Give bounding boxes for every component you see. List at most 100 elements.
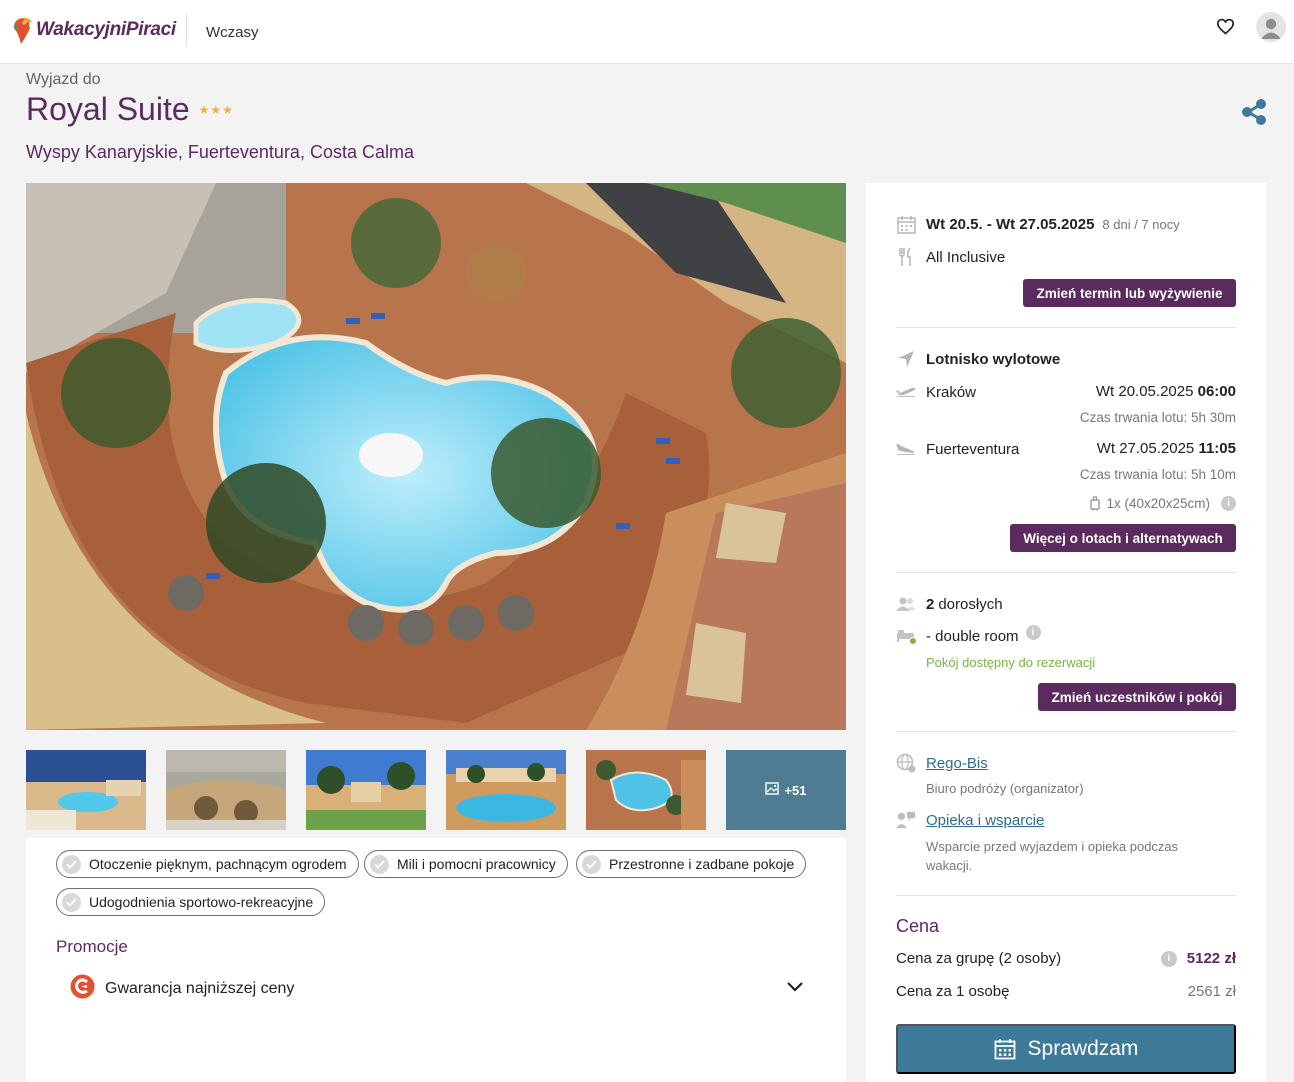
inbound-datetime: Wt 27.05.2025 11:05 (1097, 440, 1236, 457)
navigation-arrow-icon (896, 349, 916, 369)
feature-tag-label: Mili i pomocni pracownicy (397, 856, 556, 872)
board-row: All Inclusive (896, 247, 1236, 267)
travelers-row: 2 dorosłych (896, 594, 1236, 614)
thumbnail-2[interactable] (166, 750, 286, 830)
bed-icon (896, 626, 917, 646)
trip-lead: Wyjazd do (26, 71, 101, 88)
feature-tag: Otoczenie pięknym, pachnącym ogrodem (56, 850, 359, 878)
support-link[interactable]: Opieka i wsparcie (926, 812, 1044, 829)
calendar-icon (896, 214, 916, 234)
divider (896, 327, 1236, 328)
promotion-item[interactable]: Gwarancja najniższej ceny (70, 974, 804, 1004)
calendar-icon (994, 1038, 1016, 1060)
check-icon (370, 854, 389, 874)
info-icon[interactable]: i (1160, 950, 1177, 967)
hotel-location: Wyspy Kanaryjskie, Fuerteventura, Costa … (26, 142, 414, 162)
more-photos-count: +51 (784, 782, 807, 798)
plane-landing-icon (896, 439, 916, 459)
gallery-icon (765, 782, 780, 798)
promotion-label: Gwarancja najniższej ceny (105, 980, 295, 997)
lowest-price-guarantee-icon (70, 974, 95, 1004)
outbound-flight-duration: Czas trwania lotu: 5h 30m (1079, 410, 1236, 425)
inbound-time: 11:05 (1198, 440, 1236, 457)
globe-icon (896, 753, 916, 773)
organizer-link[interactable]: Rego-Bis (926, 755, 988, 772)
inbound-date: Wt 27.05.2025 (1096, 440, 1195, 457)
logo[interactable]: WakacyjniPiraci (12, 8, 176, 52)
price-section-title: Cena (896, 916, 940, 936)
trip-duration: 8 dni / 7 nocy (1102, 216, 1180, 232)
adults-label: dorosłych (938, 595, 1003, 613)
people-icon (896, 594, 916, 614)
change-dates-button[interactable]: Zmień termin lub wyżywienie (1023, 279, 1236, 307)
thumbnail-5[interactable] (586, 750, 706, 830)
group-price: 5122 zł (1186, 950, 1236, 967)
main-hotel-photo[interactable] (26, 183, 846, 730)
more-flights-button[interactable]: Więcej o lotach i alternatywach (1010, 524, 1236, 552)
board-type: All Inclusive (926, 248, 1006, 266)
info-icon[interactable]: i (1025, 624, 1041, 640)
favorites-heart-icon[interactable] (1212, 13, 1238, 39)
group-price-label: Cena za grupę (2 osoby) (896, 950, 1062, 967)
feature-tag-label: Otoczenie pięknym, pachnącym ogrodem (89, 856, 347, 872)
dates-row: Wt 20.5. - Wt 27.05.2025 8 dni / 7 nocy (896, 214, 1236, 234)
luggage-icon (1090, 496, 1101, 511)
feature-tag: Mili i pomocni pracownicy (364, 850, 568, 878)
top-bar: WakacyjniPiraci Wczasy (0, 0, 1294, 64)
user-avatar-icon[interactable] (1256, 12, 1286, 42)
support-row: Opieka i wsparcie (896, 810, 1236, 830)
feature-tag: Udogodnienia sportowo-rekreacyjne (56, 888, 326, 916)
support-chat-icon (896, 810, 916, 830)
airport-title-row: Lotnisko wylotowe (896, 349, 1236, 369)
check-availability-button[interactable]: Sprawdzam (896, 1024, 1236, 1074)
header-divider (186, 14, 187, 46)
trip-dates: Wt 20.5. - Wt 27.05.2025 (926, 215, 1095, 233)
change-room-button[interactable]: Zmień uczestników i pokój (1038, 683, 1236, 711)
thumbnail-4[interactable] (446, 750, 566, 830)
outbound-date: Wt 20.05.2025 (1095, 383, 1194, 400)
divider (896, 731, 1236, 732)
more-photos-button[interactable]: +51 (726, 750, 846, 830)
promotions-title: Promocje (56, 937, 128, 956)
organizer-row: Rego-Bis (896, 753, 1236, 773)
feature-tag-label: Udogodnienia sportowo-rekreacyjne (89, 894, 314, 910)
check-icon (582, 854, 601, 874)
nav-wczasy[interactable]: Wczasy (206, 24, 259, 41)
divider (896, 572, 1236, 573)
photo-thumbnails: +51 (26, 750, 846, 830)
luggage-size: 1x (40x20x25cm) (1106, 496, 1210, 511)
divider (896, 895, 1236, 896)
chevron-down-icon[interactable] (786, 980, 804, 998)
person-price: 2561 zł (1187, 983, 1236, 1000)
availability-dot (909, 637, 917, 645)
outbound-time: 06:00 (1197, 383, 1236, 400)
group-price-row: i 5122 zł (1160, 950, 1236, 967)
room-row: - double room i (896, 624, 1236, 646)
title-row: Royal Suite ★★★ (26, 91, 234, 128)
inbound-flight-duration: Czas trwania lotu: 5h 10m (1079, 467, 1236, 482)
room-type: - double room (926, 627, 1019, 645)
feature-tag: Przestronne i zadbane pokoje (576, 850, 807, 878)
person-price-label: Cena za 1 osobę (896, 983, 1010, 1000)
booking-card: Wt 20.5. - Wt 27.05.2025 8 dni / 7 nocy … (866, 183, 1266, 1082)
outbound-datetime: Wt 20.05.2025 06:00 (1096, 383, 1236, 400)
thumbnail-1[interactable] (26, 750, 146, 830)
check-icon (62, 854, 81, 874)
cta-label: Sprawdzam (1027, 1037, 1139, 1060)
hotel-stars: ★★★ (198, 102, 234, 117)
room-availability: Pokój dostępny do rezerwacji (926, 655, 1096, 670)
plane-takeoff-icon (896, 382, 916, 402)
fork-knife-icon (896, 247, 916, 267)
share-icon[interactable] (1240, 98, 1268, 126)
luggage-row: 1x (40x20x25cm) i (1090, 496, 1236, 511)
support-description: Wsparcie przed wyjazdem i opieka podczas… (926, 839, 1179, 873)
info-icon[interactable]: i (1221, 496, 1236, 511)
parrot-logo-icon (12, 15, 34, 45)
airport-title: Lotnisko wylotowe (926, 350, 1061, 368)
logo-text: WakacyjniPiraci (36, 19, 176, 40)
organizer-description: Biuro podróży (organizator) (926, 781, 1084, 796)
thumbnail-3[interactable] (306, 750, 426, 830)
hotel-name: Royal Suite (26, 91, 190, 127)
inbound-city: Fuerteventura (926, 440, 1020, 458)
adults-count: 2 (926, 595, 935, 613)
